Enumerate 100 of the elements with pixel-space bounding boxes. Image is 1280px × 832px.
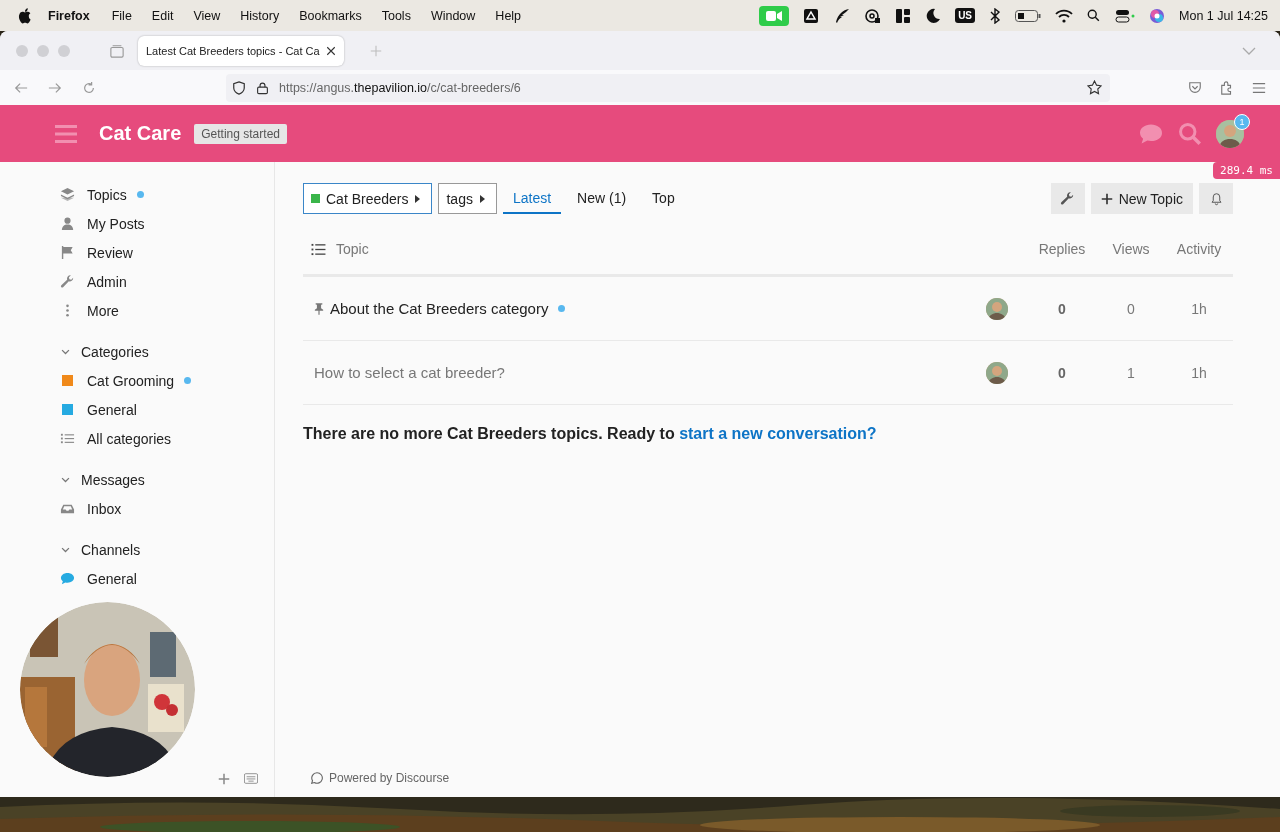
list-icon: [60, 431, 75, 446]
pin-icon: [314, 302, 324, 315]
replies-count: 0: [1057, 364, 1067, 381]
list-icon: [311, 242, 326, 256]
user-icon: [60, 216, 75, 231]
forward-icon: [48, 80, 62, 95]
topic-row[interactable]: About the Cat Breeders category 0 0 1h: [303, 277, 1233, 341]
topic-row[interactable]: How to select a cat breeder? 0 1 1h: [303, 341, 1233, 405]
menu-icon: [1252, 80, 1266, 95]
column-header[interactable]: Activity: [1165, 241, 1233, 257]
menu-item[interactable]: Tools: [371, 8, 421, 23]
column-header[interactable]: Views: [1097, 241, 1165, 257]
no-more-topics-message: There are no more Cat Breeders topics. Ready to start a new conversation?: [303, 425, 877, 442]
activity-time[interactable]: 1h: [1165, 300, 1233, 317]
views-count: 1: [1126, 364, 1136, 381]
address-bar[interactable]: https://angus.thepavilion.io/c/cat-breeders/6: [226, 73, 1110, 102]
notifications-button[interactable]: [1199, 183, 1233, 214]
layout-icon: [895, 7, 912, 24]
close-icon: [325, 45, 336, 56]
add-icon[interactable]: [218, 773, 230, 785]
chevron-down-icon: [1242, 45, 1256, 56]
reload-icon: [82, 80, 96, 95]
site-title[interactable]: Cat Care: [99, 122, 182, 145]
powered-by-link[interactable]: Powered by Discourse: [329, 771, 450, 785]
category-dropdown[interactable]: Cat Breeders: [303, 183, 433, 214]
tab-overview-icon: [110, 43, 124, 58]
sidebar-section-header[interactable]: Messages: [60, 465, 274, 494]
topic-title[interactable]: About the Cat Breeders category: [330, 300, 549, 317]
moon-icon: [925, 7, 942, 24]
getting-started-badge[interactable]: Getting started: [194, 123, 287, 144]
wrench-icon: [1060, 191, 1076, 206]
plus-icon: [1100, 192, 1113, 205]
sidebar-item[interactable]: All categories: [60, 424, 274, 453]
nav-tab[interactable]: Top: [642, 183, 685, 214]
search-icon: [1087, 8, 1102, 23]
menu-item[interactable]: Window: [420, 8, 486, 23]
menubar-clock[interactable]: Mon 1 Jul 14:25: [1179, 8, 1268, 23]
nav-tab[interactable]: New (1): [567, 183, 637, 214]
unread-dot: [184, 377, 192, 384]
flag-icon: [60, 245, 75, 260]
back-icon: [14, 80, 28, 95]
orb-icon: [1149, 7, 1166, 24]
sidebar-item[interactable]: Review: [60, 238, 274, 267]
sidebar-section-header[interactable]: Channels: [60, 535, 274, 564]
shield-icon: [232, 80, 246, 95]
keyboard-icon[interactable]: [244, 773, 258, 784]
sidebar-item[interactable]: More: [60, 296, 274, 325]
star-icon: [1087, 80, 1102, 95]
new-conversation-link[interactable]: start a new conversation?: [679, 425, 877, 442]
camera-status-icon[interactable]: [759, 5, 790, 26]
menu-item[interactable]: View: [183, 8, 231, 23]
caret-icon: [414, 193, 422, 204]
menu-item[interactable]: History: [230, 8, 290, 23]
column-header[interactable]: Replies: [1027, 241, 1097, 257]
bell-icon: [1209, 191, 1223, 206]
views-count: 0: [1126, 300, 1136, 317]
performance-badge: 289.4 ms: [1213, 162, 1280, 179]
tags-dropdown[interactable]: tags: [438, 183, 497, 214]
sidebar-section-header[interactable]: Categories: [60, 337, 274, 366]
activity-time[interactable]: 1h: [1165, 364, 1233, 381]
menu-item[interactable]: File: [101, 8, 142, 23]
new-tab-icon: [369, 44, 382, 57]
user-avatar[interactable]: [1216, 119, 1244, 148]
sidebar-item[interactable]: Cat Grooming: [60, 366, 274, 395]
nav-tab[interactable]: Latest: [502, 183, 562, 214]
bluetooth-icon: [989, 7, 1002, 24]
search-icon[interactable]: [1178, 121, 1202, 146]
column-header[interactable]: Topic: [336, 241, 369, 257]
caret-icon: [478, 193, 486, 204]
input-source-indicator[interactable]: US: [955, 8, 976, 23]
menu-icon[interactable]: [55, 124, 77, 143]
wrench-icon: [60, 274, 75, 289]
chat-bubble-icon[interactable]: [1138, 122, 1164, 145]
replies-count: 0: [1057, 300, 1067, 317]
sidebar-item[interactable]: Topics: [60, 180, 274, 209]
topic-title[interactable]: How to select a cat breeder?: [314, 364, 505, 381]
lock-icon: [256, 80, 269, 95]
new-topic-button[interactable]: New Topic: [1090, 183, 1193, 214]
menu-item[interactable]: Help: [485, 8, 532, 23]
poster-avatar[interactable]: [986, 361, 1008, 384]
unread-dot: [136, 191, 144, 198]
poster-avatar[interactable]: [986, 297, 1008, 320]
menu-item[interactable]: Bookmarks: [289, 8, 372, 23]
sidebar-item[interactable]: General: [60, 564, 274, 593]
browser-tab[interactable]: Latest Cat Breeders topics - Cat Ca: [138, 35, 344, 66]
unread-dot: [558, 305, 566, 312]
wifi-icon: [1055, 8, 1074, 23]
layers-icon: [60, 187, 75, 202]
apple-icon: [18, 7, 32, 24]
battery-icon: [1015, 8, 1042, 23]
sidebar-item[interactable]: My Posts: [60, 209, 274, 238]
sidebar-item[interactable]: Admin: [60, 267, 274, 296]
toggle-icon: [1115, 7, 1136, 24]
sidebar-item[interactable]: Inbox: [60, 494, 274, 523]
menu-app-name[interactable]: Firefox: [32, 8, 102, 23]
puzzle-icon: [1220, 80, 1234, 95]
sidebar-item[interactable]: General: [60, 395, 274, 424]
feather-icon: [833, 7, 852, 24]
menu-item[interactable]: Edit: [141, 8, 184, 23]
admin-wrench-button[interactable]: [1050, 183, 1085, 214]
